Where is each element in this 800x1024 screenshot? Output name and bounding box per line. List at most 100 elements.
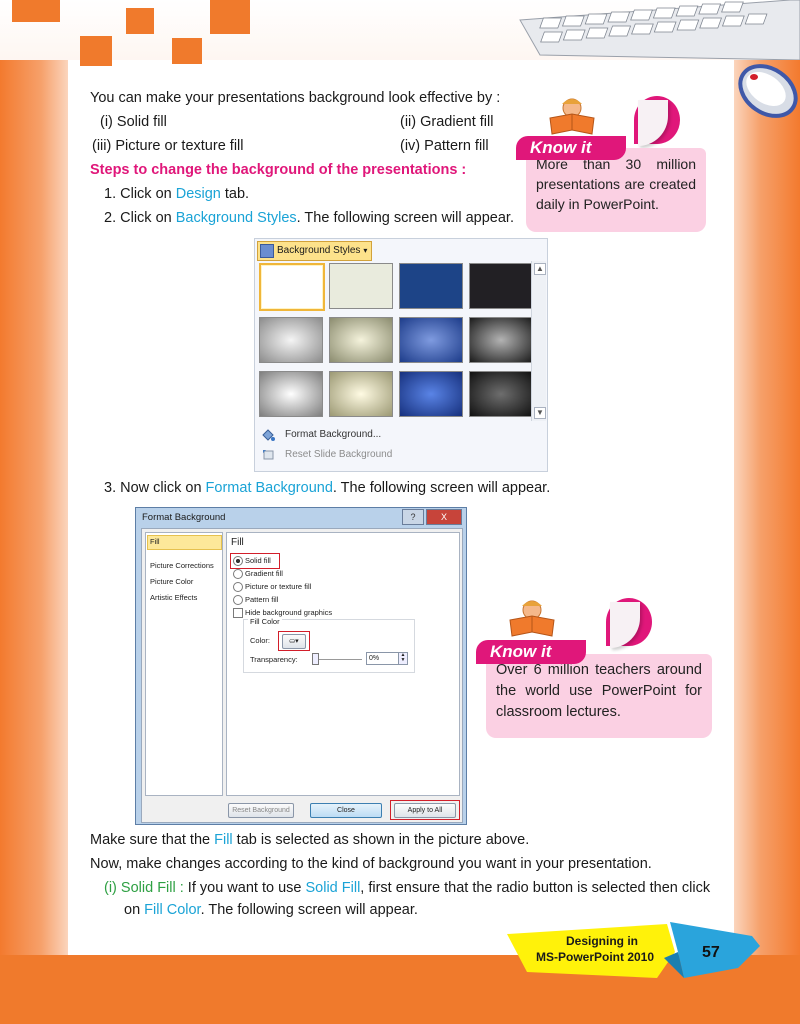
hide-graphics-label: Hide background graphics (245, 608, 333, 617)
panel-title: Fill (231, 537, 244, 548)
fill-color-text: on (124, 902, 145, 918)
menu-reset-background[interactable]: Reset Slide Background (261, 446, 392, 464)
transparency-spinner[interactable]: ▲ ▼ (398, 652, 408, 665)
apply-to-all-button[interactable]: Apply to All (394, 803, 456, 818)
step-2-text: 2. Click on (104, 210, 176, 226)
instruction-tail: , first ensure that the radio button is … (360, 880, 711, 896)
transparency-input[interactable]: 0% (366, 652, 400, 665)
fill-color-group: Fill Color Color: ⛀▾ Transparency: 0% ▲ ▼ (243, 617, 415, 673)
fill-color-tail: . The following screen will appear. (200, 902, 418, 918)
scroll-down-icon[interactable]: ▼ (534, 407, 546, 419)
reset-slide-icon (263, 450, 274, 460)
chevron-down-icon: ▾ (363, 246, 368, 255)
dialog-window-buttons: ? X (402, 509, 462, 525)
style-swatch[interactable] (259, 371, 323, 417)
reset-background-button[interactable]: Reset Background (228, 803, 294, 818)
category-artistic-effects[interactable]: Artistic Effects (150, 593, 197, 602)
decor-square (210, 0, 250, 34)
format-background-link: Format Background (205, 480, 333, 496)
style-swatch[interactable] (399, 317, 463, 363)
style-swatch[interactable] (329, 317, 393, 363)
style-swatch[interactable] (399, 371, 463, 417)
fill-color-link: Fill Color (144, 902, 201, 918)
option-picture: (iii) Picture or texture fill (92, 138, 244, 154)
keyboard-icon (519, 0, 800, 60)
style-swatch[interactable] (469, 317, 533, 363)
gallery-scrollbar[interactable]: ▲ ▼ (531, 261, 546, 421)
chevron-down-icon: ▾ (295, 638, 299, 645)
close-window-button[interactable]: X (426, 509, 462, 525)
changes-note: Now, make changes according to the kind … (90, 856, 652, 872)
category-list: Fill Picture Corrections Picture Color A… (145, 532, 223, 796)
picture-fill-label: Picture or texture fill (245, 582, 312, 591)
background-styles-link: Background Styles (175, 210, 297, 226)
step-2-tail: . The following screen will appear. (296, 210, 514, 226)
category-picture-color[interactable]: Picture Color (150, 577, 193, 586)
know-it-box-2: Over 6 million teachers around the world… (476, 598, 716, 740)
color-picker-button[interactable]: ⛀▾ (282, 634, 306, 649)
help-button[interactable]: ? (402, 509, 424, 525)
solid-fill-radio[interactable] (233, 556, 243, 566)
fill-panel: Fill Solid fill Gradient fill Picture or… (226, 532, 460, 796)
chapter-title-line1: Designing in (566, 934, 638, 948)
style-swatch[interactable] (259, 263, 325, 311)
option-solid: (i) Solid fill (100, 114, 167, 130)
gradient-fill-label: Gradient fill (245, 569, 283, 578)
transparency-slider-thumb[interactable] (312, 653, 319, 665)
hide-graphics-checkbox[interactable] (233, 608, 243, 618)
decor-square (80, 36, 112, 66)
picture-fill-radio[interactable] (233, 582, 243, 592)
style-swatch[interactable] (469, 371, 533, 417)
pattern-fill-radio[interactable] (233, 595, 243, 605)
menu-reset-background-label: Reset Slide Background (285, 449, 393, 460)
option-pattern: (iv) Pattern fill (400, 138, 489, 154)
gradient-fill-radio[interactable] (233, 569, 243, 579)
decor-square (172, 38, 202, 64)
step-3: 3. Now click on Format Background. The f… (104, 480, 550, 496)
category-picture-corrections[interactable]: Picture Corrections (150, 561, 214, 570)
background-styles-gallery: Background Styles ▾ ▲ ▼ Format Backgroun… (254, 238, 548, 472)
style-swatch[interactable] (329, 371, 393, 417)
dialog-title: Format Background (142, 512, 226, 523)
mouse-icon (738, 64, 798, 118)
chapter-title-line2: MS-PowerPoint 2010 (536, 950, 655, 964)
fill-link: Fill (214, 832, 233, 848)
instruction-text: If you want to use (183, 880, 306, 896)
step-2: 2. Click on Background Styles. The follo… (104, 210, 514, 226)
style-swatch[interactable] (399, 263, 463, 309)
design-link: Design (175, 186, 221, 202)
solid-fill-instruction: (i) Solid Fill : If you want to use Soli… (104, 880, 710, 896)
intro-text: You can make your presentations backgrou… (90, 90, 501, 106)
know-it-title-1: Know it (516, 136, 626, 160)
format-background-dialog: Format Background ? X Fill Picture Corre… (135, 507, 467, 825)
paint-bucket-icon (262, 429, 275, 441)
close-button[interactable]: Close (310, 803, 382, 818)
menu-format-background[interactable]: Format Background... (261, 426, 381, 444)
decor-square (126, 8, 154, 34)
background-styles-icon (260, 244, 274, 258)
reading-kid-icon (509, 600, 555, 637)
background-styles-button[interactable]: Background Styles ▾ (257, 241, 373, 261)
solid-fill-label: Solid fill (245, 556, 271, 565)
style-swatch[interactable] (469, 263, 533, 309)
know-it-text-1: More than 30 million presentations are c… (526, 148, 706, 232)
gallery-menu: Format Background... Reset Slide Backgro… (255, 422, 531, 470)
know-it-title-2: Know it (476, 640, 586, 664)
category-fill[interactable]: Fill (150, 537, 160, 546)
reading-kid-icon (549, 98, 595, 135)
left-border (0, 60, 68, 955)
style-swatch[interactable] (259, 317, 323, 363)
solid-fill-lead: Solid Fill : (120, 880, 184, 896)
right-border (734, 60, 800, 955)
style-swatch[interactable] (329, 263, 393, 309)
step-1: 1. Click on Design tab. (104, 186, 249, 202)
step-1-tail: tab. (220, 186, 250, 202)
know-it-text-2: Over 6 million teachers around the world… (486, 654, 712, 738)
pattern-fill-label: Pattern fill (245, 595, 279, 604)
fill-color-instruction: on Fill Color. The following screen will… (124, 902, 418, 918)
option-gradient: (ii) Gradient fill (400, 114, 494, 130)
step-1-text: 1. Click on (104, 186, 176, 202)
transparency-label: Transparency: (250, 655, 298, 664)
transparency-slider[interactable] (314, 659, 362, 660)
scroll-up-icon[interactable]: ▲ (534, 263, 546, 275)
